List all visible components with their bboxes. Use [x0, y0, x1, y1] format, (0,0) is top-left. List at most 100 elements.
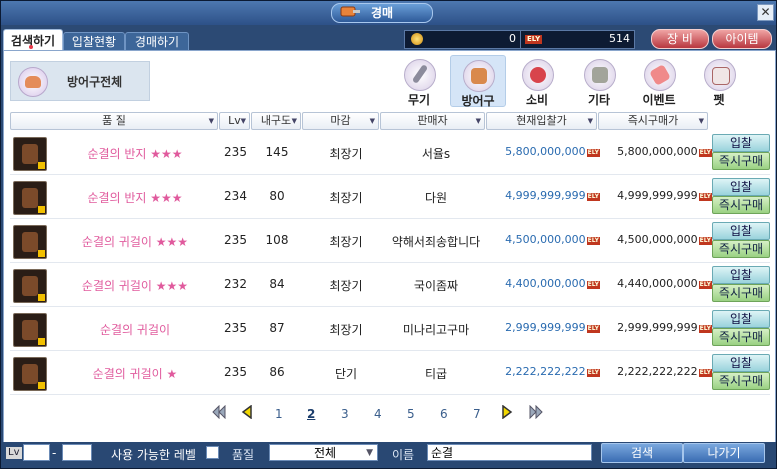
item-icon	[13, 269, 47, 303]
bid-button[interactable]: 입찰	[712, 222, 770, 240]
item-name: 순결의 귀걸이	[99, 323, 171, 337]
item-icon	[13, 313, 47, 347]
buy-now-button[interactable]: 즉시구매	[712, 240, 770, 258]
points-display: 0	[404, 30, 521, 49]
dropdown-arrow-icon: ▼	[291, 117, 297, 125]
usable-level-checkbox[interactable]	[206, 446, 219, 459]
buy-now-button[interactable]: 즉시구매	[712, 152, 770, 170]
category-event[interactable]: 이벤트	[632, 55, 686, 107]
table-row[interactable]: 순결의 귀걸이 ★★★ 232 84 최장기 국이좀짜 4,400,000,00…	[10, 263, 770, 307]
item-button[interactable]: 아이템	[712, 29, 772, 49]
bid-button[interactable]: 입찰	[712, 178, 770, 196]
item-level: 235	[224, 233, 247, 247]
ely-value: 514	[609, 32, 630, 45]
lv-max-input[interactable]	[62, 444, 92, 461]
buy-now-button[interactable]: 즉시구매	[712, 284, 770, 302]
page-3[interactable]: 3	[341, 407, 349, 421]
dropdown-arrow-icon: ▼	[240, 117, 246, 125]
table-row[interactable]: 순결의 귀걸이 ★ 235 86 단기 티굽 2,222,222,222 ELY …	[10, 351, 770, 395]
item-name: 순결의 귀걸이 ★★★	[81, 235, 189, 249]
page-7[interactable]: 7	[473, 407, 481, 421]
item-durability: 86	[269, 365, 285, 379]
bid-button[interactable]: 입찰	[712, 310, 770, 328]
grade-select[interactable]: 전체 ▼	[269, 444, 378, 461]
exit-button[interactable]: 나가기	[683, 443, 765, 463]
dropdown-arrow-icon: ▼	[369, 117, 375, 125]
item-buyout: 5,800,000,000 ELY	[617, 145, 712, 158]
usable-level-label: 사용 가능한 레벨	[111, 448, 196, 462]
category-weapon[interactable]: 무기	[392, 55, 446, 107]
name-label: 이름	[392, 448, 415, 462]
bid-button[interactable]: 입찰	[712, 266, 770, 284]
column-buyout[interactable]: 즉시구매가 ▼	[598, 112, 708, 130]
item-name: 순결의 귀걸이 ★	[92, 367, 178, 381]
category-etc[interactable]: 기타	[572, 55, 626, 107]
page-5[interactable]: 5	[407, 407, 415, 421]
bid-button[interactable]: 입찰	[712, 354, 770, 372]
item-icon	[13, 357, 47, 391]
tab-bid-status[interactable]: 입찰현황	[63, 32, 125, 51]
item-seller: 국이좀짜	[413, 279, 459, 293]
close-button[interactable]: ✕	[757, 4, 774, 21]
auction-list-panel: 방어구전체 무기 방어구 소비 기타 이벤트 펫 품 질 ▼ Lv ▼ 내구도 …	[3, 50, 776, 443]
table-row[interactable]: 순결의 귀걸이 ★★★ 235 108 최장기 약해서죄송합니다 4,500,0…	[10, 219, 770, 263]
buy-now-button[interactable]: 즉시구매	[712, 372, 770, 390]
item-name: 순결의 귀걸이 ★★★	[81, 279, 189, 293]
item-current-bid: 2,222,222,222 ELY	[505, 365, 600, 378]
window-title: 경매	[370, 6, 394, 20]
armor-category-icon	[18, 67, 48, 97]
category-pet[interactable]: 펫	[692, 55, 746, 107]
item-durability: 87	[269, 321, 285, 335]
table-row[interactable]: 순결의 귀걸이 235 87 최장기 미나리고구마 2,999,999,999 E…	[10, 307, 770, 351]
search-button[interactable]: 검색	[601, 443, 683, 463]
category-selector[interactable]: 방어구전체	[10, 61, 150, 101]
event-ticket-icon	[644, 59, 676, 91]
column-seller[interactable]: 판매자 ▼	[380, 112, 485, 130]
next-page-icon[interactable]	[500, 405, 514, 419]
item-durability: 84	[269, 277, 285, 291]
prev-page-icon[interactable]	[240, 405, 254, 419]
title-bar[interactable]: 경매 ✕	[1, 1, 776, 25]
item-seller: 약해서죄송합니다	[391, 235, 481, 249]
item-current-bid: 2,999,999,999 ELY	[505, 321, 600, 334]
column-current-bid[interactable]: 현재입찰가 ▼	[486, 112, 597, 130]
column-deadline[interactable]: 마감 ▼	[302, 112, 379, 130]
page-4[interactable]: 4	[374, 407, 382, 421]
item-level: 235	[224, 321, 247, 335]
item-seller: 티굽	[424, 367, 448, 381]
first-page-icon[interactable]	[212, 405, 226, 419]
category-consumable[interactable]: 소비	[510, 55, 564, 107]
category-armor[interactable]: 방어구	[450, 55, 506, 108]
lv-min-input[interactable]	[23, 444, 50, 461]
dropdown-arrow-icon: ▼	[698, 117, 704, 125]
buy-now-button[interactable]: 즉시구매	[712, 328, 770, 346]
item-icon	[13, 225, 47, 259]
auction-window: 경매 ✕ 검색하기 입찰현황 경매하기 0 ELY 514 장 비 아이템 방어…	[0, 0, 777, 469]
equipment-button[interactable]: 장 비	[651, 29, 709, 49]
ely-display: ELY 514	[520, 30, 635, 49]
dropdown-arrow-icon: ▼	[587, 117, 593, 125]
column-lv[interactable]: Lv ▼	[219, 112, 250, 130]
category-current: 방어구전체	[67, 75, 123, 89]
item-icon	[13, 181, 47, 215]
item-name: 순결의 반지 ★★★	[87, 147, 183, 161]
tab-sell[interactable]: 경매하기	[125, 32, 189, 51]
table-row[interactable]: 순결의 반지 ★★★ 234 80 최장기 다원 4,999,999,999 EL…	[10, 175, 770, 219]
item-deadline: 최장기	[329, 191, 363, 205]
tab-search[interactable]: 검색하기	[3, 29, 63, 52]
page-1[interactable]: 1	[275, 407, 283, 421]
range-dash: -	[52, 446, 57, 460]
table-row[interactable]: 순결의 반지 ★★★ 235 145 최장기 서율s 5,800,000,000…	[10, 131, 770, 175]
bid-button[interactable]: 입찰	[712, 134, 770, 152]
page-6[interactable]: 6	[440, 407, 448, 421]
column-grade[interactable]: 품 질 ▼	[10, 112, 218, 130]
buy-now-button[interactable]: 즉시구매	[712, 196, 770, 214]
page-2[interactable]: 2	[307, 407, 315, 421]
item-buyout: 4,440,000,000 ELY	[617, 277, 712, 290]
potion-icon	[522, 59, 554, 91]
last-page-icon[interactable]	[529, 405, 543, 419]
item-current-bid: 4,400,000,000 ELY	[505, 277, 600, 290]
column-durability[interactable]: 내구도 ▼	[251, 112, 301, 130]
name-search-input[interactable]: 순결	[427, 444, 592, 461]
item-seller: 미나리고구마	[402, 323, 470, 337]
